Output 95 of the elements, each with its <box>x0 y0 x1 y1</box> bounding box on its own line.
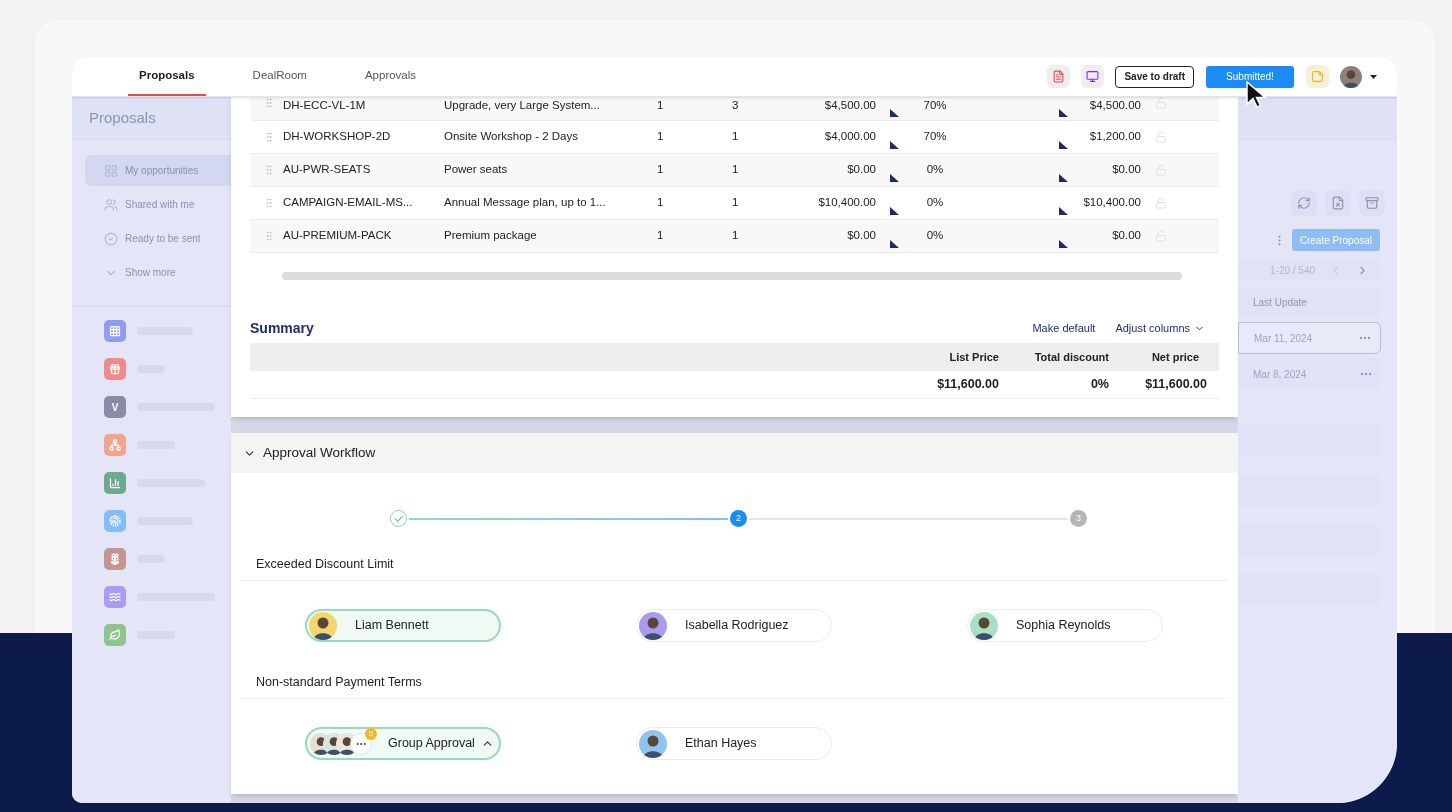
table-cell-text: $0.00 <box>1111 162 1141 178</box>
tab[interactable]: DealRoom <box>241 57 318 96</box>
leaf-icon[interactable] <box>104 624 126 646</box>
waves-icon[interactable] <box>104 586 126 608</box>
table-cell-text: $4,500.00 <box>1088 98 1141 113</box>
table-cell-text: 1 <box>656 228 665 244</box>
section-title: Non-standard Payment Terms <box>256 675 422 689</box>
corner-triangle-icon <box>1059 207 1068 215</box>
unlock-icon[interactable] <box>1155 97 1167 109</box>
corner-triangle-icon <box>890 109 899 117</box>
table-cell-text: DH-WORKSHOP-2D <box>283 129 392 145</box>
table-cell-text: Annual Message plan, up to 1... <box>444 195 607 211</box>
approver-pill[interactable]: Liam Bennett <box>305 609 501 642</box>
approver-pill[interactable]: Isabella Rodriguez <box>636 609 832 642</box>
pdf-icon[interactable] <box>1047 65 1071 88</box>
save-draft-button[interactable]: Save to draft <box>1115 65 1194 88</box>
table-cell-text: $11,600.00 <box>936 376 999 394</box>
table-cell-text: Onsite Workshop - 2 Days <box>444 129 579 145</box>
section-title: Exceeded Discount Limit <box>256 557 394 571</box>
file-export-icon[interactable] <box>1325 190 1351 216</box>
scrollbar[interactable] <box>282 272 1182 280</box>
summary-title: Summary <box>250 318 314 338</box>
column-header: Last Update <box>1253 296 1307 310</box>
table-cell-text: AU-PWR-SEATS <box>283 162 372 178</box>
table-cell-text: $0.00 <box>846 162 876 178</box>
table-cell-text: 0% <box>925 228 945 244</box>
table-cell-text: CAMPAIGN-EMAIL-MS... <box>283 195 414 211</box>
people-icon <box>104 197 118 212</box>
table-cell-text: $10,400.00 <box>817 195 876 211</box>
lotus-icon[interactable] <box>104 548 126 570</box>
sidebar-title: Proposals <box>89 107 156 128</box>
corner-triangle-icon <box>890 174 899 182</box>
gift-icon[interactable] <box>104 358 126 380</box>
grid-icon <box>104 163 118 178</box>
archive-icon[interactable] <box>1359 190 1385 216</box>
table-cell-text: Premium package <box>444 228 538 244</box>
table-cell-text: $0.00 <box>1111 228 1141 244</box>
table-cell-text: Power seats <box>444 162 509 178</box>
table-cell-text: $0.00 <box>846 228 876 244</box>
step-current: 2 <box>730 510 747 527</box>
corner-triangle-icon <box>890 240 899 248</box>
table-cell-text: 1 <box>731 129 740 145</box>
table-cell-text: 1 <box>656 129 665 145</box>
tab[interactable]: Approvals <box>353 57 428 96</box>
user-avatar <box>1340 65 1362 88</box>
group-approval-pill[interactable]: 5 Group Approval <box>305 727 501 760</box>
link[interactable]: Adjust columns <box>1115 319 1205 337</box>
count-badge: 5 <box>365 727 377 740</box>
fingerprint-icon[interactable] <box>104 510 126 532</box>
column-header: List Price <box>948 349 999 365</box>
unlock-icon[interactable] <box>1155 230 1167 242</box>
table-cell-text: 1 <box>656 162 665 178</box>
table-cell-text: $10,400.00 <box>1082 195 1141 211</box>
table-cell-text: $4,000.00 <box>823 129 876 145</box>
corner-triangle-icon <box>1059 109 1068 117</box>
table-cell-text: $1,200.00 <box>1088 129 1141 145</box>
caret-icon[interactable] <box>1370 74 1377 79</box>
table-cell-text: 1 <box>656 98 665 113</box>
approver-pill[interactable]: Sophia Reynolds <box>967 609 1163 642</box>
table-cell-text: 0% <box>925 162 945 178</box>
network-icon[interactable] <box>104 434 126 456</box>
refresh-icon[interactable] <box>1291 190 1317 216</box>
table-cell-text: 1 <box>731 228 740 244</box>
step-pending: 3 <box>1070 510 1087 527</box>
approver-pill[interactable]: Ethan Hayes <box>636 727 832 760</box>
notes-icon[interactable] <box>1306 65 1329 88</box>
table-cell-text: 1 <box>731 162 740 178</box>
corner-triangle-icon <box>1059 174 1068 182</box>
monitor-icon[interactable] <box>1081 65 1105 88</box>
section-header[interactable]: Approval Workflow <box>231 433 1238 473</box>
column-header: Total discount <box>1033 349 1109 365</box>
check-circle-icon <box>104 231 118 246</box>
grid-icon[interactable] <box>104 320 126 342</box>
table-cell-text: 3 <box>731 98 740 113</box>
corner-triangle-icon <box>890 141 899 149</box>
chart-icon[interactable] <box>104 472 126 494</box>
unlock-icon[interactable] <box>1155 164 1167 176</box>
table-cell-text: AU-PREMIUM-PACK <box>283 228 393 244</box>
table-cell-text: Upgrade, very Large System... <box>444 98 601 113</box>
corner-triangle-icon <box>890 207 899 215</box>
unlock-icon[interactable] <box>1155 197 1167 209</box>
table-cell-text: 0% <box>925 195 945 211</box>
unlock-icon[interactable] <box>1155 131 1167 143</box>
table-cell-text: 1 <box>731 195 740 211</box>
table-cell-text: $11,600.00 <box>1144 376 1207 394</box>
table-cell-text: 70% <box>922 129 948 145</box>
link[interactable]: Make default <box>1032 319 1096 337</box>
table-cell-text: 70% <box>922 98 948 113</box>
corner-triangle-icon <box>1059 240 1068 248</box>
table-cell-text: 1 <box>656 195 665 211</box>
column-header: Net price <box>1150 349 1199 365</box>
table-cell-text: 0% <box>1089 376 1109 394</box>
table-cell-text: $4,500.00 <box>823 98 876 113</box>
table-cell-text: DH-ECC-VL-1M <box>283 98 367 113</box>
corner-triangle-icon <box>1059 141 1068 149</box>
